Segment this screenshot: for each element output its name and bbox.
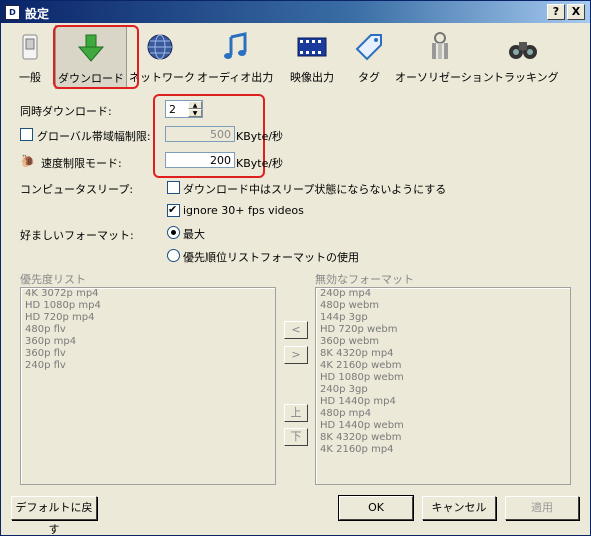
globe-icon [147, 34, 173, 60]
list-item[interactable]: 240p 3gp [316, 384, 570, 396]
list-item[interactable]: 4K 2160p webm [316, 360, 570, 372]
tab-label: トラッキング [493, 71, 559, 84]
format-priority-label: 優先順位リストフォーマットの使用 [183, 251, 359, 264]
list-item[interactable]: HD 720p mp4 [21, 312, 275, 324]
priority-list[interactable]: 4K 3072p mp4 HD 1080p mp4 HD 720p mp4 480p … [20, 287, 276, 485]
app-icon: D [5, 5, 20, 20]
list-item[interactable]: 480p flv [21, 324, 275, 336]
reset-defaults-button[interactable]: デフォルトに戻す [11, 496, 97, 535]
help-button[interactable]: ? [547, 4, 565, 20]
global-bandwidth-label: グローバル帯域幅制限: [37, 130, 151, 143]
list-item[interactable]: HD 1440p mp4 [316, 396, 570, 408]
format-priority-radio[interactable] [167, 249, 180, 262]
tab-label: オーソリゼーション [395, 71, 494, 84]
prevent-sleep-checkbox[interactable] [167, 181, 180, 194]
ignore-fps-label: ignore 30+ fps videos [183, 204, 304, 217]
concurrent-downloads-label: 同時ダウンロード: [20, 105, 112, 118]
cancel-button[interactable]: キャンセル [422, 496, 496, 520]
global-bandwidth-unit: KByte/秒 [236, 130, 284, 143]
keys-icon [432, 32, 448, 59]
film-icon [297, 37, 327, 57]
sleep-label: コンピュータスリープ: [20, 183, 134, 196]
tab-audio-output[interactable]: オーディオ出力 [197, 25, 273, 87]
binoculars-icon [509, 42, 537, 59]
tab-label: オーディオ出力 [197, 71, 274, 84]
format-max-radio[interactable] [167, 226, 180, 239]
tab-label: 一般 [19, 71, 41, 84]
speed-limit-field[interactable]: 200 [165, 152, 235, 168]
list-item[interactable]: 360p mp4 [21, 336, 275, 348]
global-bandwidth-checkbox[interactable] [20, 128, 33, 141]
disabled-formats-list[interactable]: 240p mp4 480p webm 144p 3gp HD 720p webm 360… [315, 287, 571, 485]
move-down-button[interactable]: 下 [284, 428, 308, 446]
list-item[interactable]: 4K 2160p mp4 [316, 444, 570, 456]
apply-button[interactable]: 適用 [505, 496, 579, 520]
spinner-value: 2 [169, 103, 176, 116]
tab-tracking[interactable]: トラッキング [493, 25, 559, 87]
prevent-sleep-label: ダウンロード中はスリープ状態にならないようにする [183, 183, 447, 196]
settings-window: D 設定 ? X 一般 ダウンロード ネットワーク オーディオ出力 映像出力 タ… [0, 0, 591, 536]
move-right-button[interactable]: > [284, 346, 308, 364]
speed-limit-label: 速度制限モード: [41, 157, 122, 170]
list-item[interactable]: 8K 4320p webm [316, 432, 570, 444]
move-left-button[interactable]: < [284, 321, 308, 339]
preferred-format-label: 好ましいフォーマット: [20, 229, 134, 242]
global-bandwidth-field[interactable]: 500 [165, 126, 235, 142]
list-item[interactable]: HD 1080p webm [316, 372, 570, 384]
list-item[interactable]: HD 1080p mp4 [21, 300, 275, 312]
list-item[interactable]: 144p 3gp [316, 312, 570, 324]
list-item[interactable]: 8K 4320p mp4 [316, 348, 570, 360]
music-note-icon [224, 32, 247, 59]
title-bar: D 設定 ? X [1, 1, 590, 23]
switch-icon [22, 34, 38, 60]
window-title: 設定 [25, 7, 50, 21]
list-item[interactable]: 480p webm [316, 300, 570, 312]
concurrent-downloads-spinner[interactable]: 2 ▲ ▼ [165, 100, 203, 118]
disabled-formats-title: 無効なフォーマット [315, 273, 414, 286]
ok-button[interactable]: OK [338, 495, 414, 521]
format-max-label: 最大 [183, 228, 205, 241]
spinner-up-button[interactable]: ▲ [188, 101, 202, 109]
tag-icon [355, 34, 382, 61]
close-button[interactable]: X [567, 4, 585, 20]
list-item[interactable]: 480p mp4 [316, 408, 570, 420]
tab-label: タグ [358, 71, 380, 84]
snail-icon: 🐌 [20, 154, 35, 168]
list-item[interactable]: HD 1440p webm [316, 420, 570, 432]
speed-limit-unit: KByte/秒 [236, 157, 284, 170]
list-item[interactable]: 360p flv [21, 348, 275, 360]
list-item[interactable]: 4K 3072p mp4 [21, 288, 275, 300]
tab-authorization[interactable]: オーソリゼーション [395, 25, 494, 87]
tab-label: 映像出力 [290, 71, 334, 84]
list-item[interactable]: 240p flv [21, 360, 275, 372]
list-item[interactable]: HD 720p webm [316, 324, 570, 336]
list-item[interactable]: 360p webm [316, 336, 570, 348]
tab-general[interactable]: 一般 [9, 25, 51, 87]
list-item[interactable]: 240p mp4 [316, 288, 570, 300]
tab-video-output[interactable]: 映像出力 [283, 25, 341, 87]
spinner-down-button[interactable]: ▼ [188, 109, 202, 117]
highlight-download-tab [53, 25, 139, 89]
priority-list-title: 優先度リスト [20, 273, 86, 286]
ignore-fps-checkbox[interactable] [167, 203, 180, 217]
tab-tags[interactable]: タグ [349, 25, 389, 87]
move-up-button[interactable]: 上 [284, 404, 308, 422]
